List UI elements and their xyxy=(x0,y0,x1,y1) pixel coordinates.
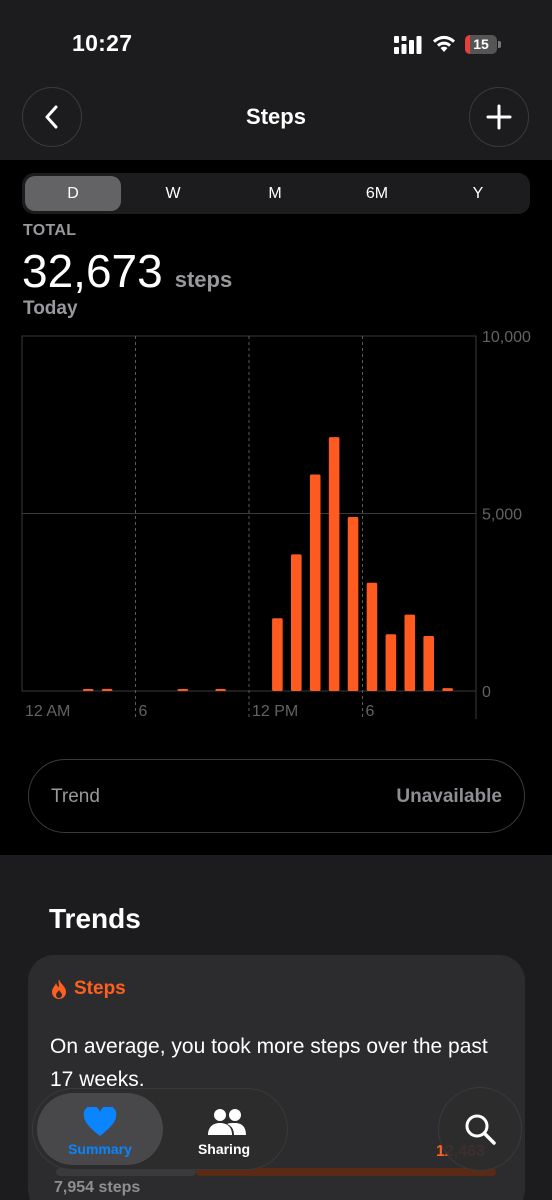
chart-bar xyxy=(82,689,94,691)
total-row: 32,673 steps xyxy=(22,244,232,298)
trends-heading: Trends xyxy=(49,903,141,934)
status-bar: 10:27 15 xyxy=(0,0,552,90)
tab-day[interactable]: D xyxy=(25,176,121,211)
total-steps-value: 32,673 xyxy=(22,245,163,297)
search-button[interactable] xyxy=(438,1087,522,1171)
chart-bar xyxy=(347,517,359,691)
chart-bar xyxy=(385,634,397,691)
chart-bar xyxy=(101,688,113,691)
tab-sharing-label: Sharing xyxy=(197,1141,251,1157)
chart-bar xyxy=(404,614,416,691)
date-label: Today xyxy=(23,298,78,319)
total-steps-unit: steps xyxy=(174,267,233,292)
search-icon xyxy=(465,1114,496,1145)
trend-label: Trend xyxy=(51,786,100,807)
wifi-icon xyxy=(433,35,455,52)
battery-percent: 15 xyxy=(473,36,489,52)
x-tick-label: 12 AM xyxy=(25,703,70,720)
x-tick-label: 6 xyxy=(366,703,375,720)
tab-summary[interactable]: Summary xyxy=(37,1093,163,1165)
status-time: 10:27 xyxy=(72,30,133,56)
flame-icon xyxy=(52,979,66,999)
add-data-button[interactable] xyxy=(469,87,529,147)
tab-year[interactable]: Y xyxy=(430,176,526,211)
chart-bar xyxy=(442,688,453,691)
y-tick-label: 0 xyxy=(482,684,491,701)
chart-bar xyxy=(309,474,321,691)
chart-bar xyxy=(328,437,340,691)
plus-icon xyxy=(486,104,512,130)
chart-bar xyxy=(366,582,378,691)
battery-icon: 15 xyxy=(465,35,501,54)
cellular-signal-icon xyxy=(394,36,422,54)
time-range-selector: D W M 6M Y xyxy=(22,173,530,214)
chart-bar xyxy=(290,554,302,691)
tab-month[interactable]: M xyxy=(227,176,323,211)
card-header: Steps xyxy=(50,978,126,1000)
tab-six-months[interactable]: 6M xyxy=(329,176,425,211)
y-tick-label: 10,000 xyxy=(482,329,531,346)
steps-bar-chart: 10,000 5,000 0 12 AM 6 12 PM 6 xyxy=(21,329,531,720)
past-average-value: 7,954 steps xyxy=(54,1179,141,1196)
trend-value: Unavailable xyxy=(396,786,502,807)
x-tick-label: 6 xyxy=(139,703,148,720)
tab-bar: Summary Sharing xyxy=(32,1088,288,1170)
nav-header: Steps xyxy=(0,87,552,160)
tab-summary-label: Summary xyxy=(68,1141,132,1157)
chart-bar xyxy=(215,689,226,691)
total-label: TOTAL xyxy=(23,222,77,239)
heart-icon xyxy=(83,1107,117,1136)
y-tick-label: 5,000 xyxy=(482,507,522,524)
card-description: On average, you took more steps over the… xyxy=(50,1035,488,1091)
people-icon xyxy=(208,1109,246,1135)
tab-sharing[interactable]: Sharing xyxy=(161,1093,287,1165)
card-title: Steps xyxy=(74,978,126,999)
trend-row[interactable]: Trend Unavailable xyxy=(28,759,525,833)
x-tick-label: 12 PM xyxy=(252,703,298,720)
steps-chart[interactable]: 10,000 5,000 0 12 AM 6 12 PM 6 xyxy=(0,320,552,730)
chart-bar xyxy=(423,635,435,691)
chart-bar xyxy=(177,689,189,691)
chart-bar xyxy=(272,618,283,691)
tab-week[interactable]: W xyxy=(125,176,221,211)
